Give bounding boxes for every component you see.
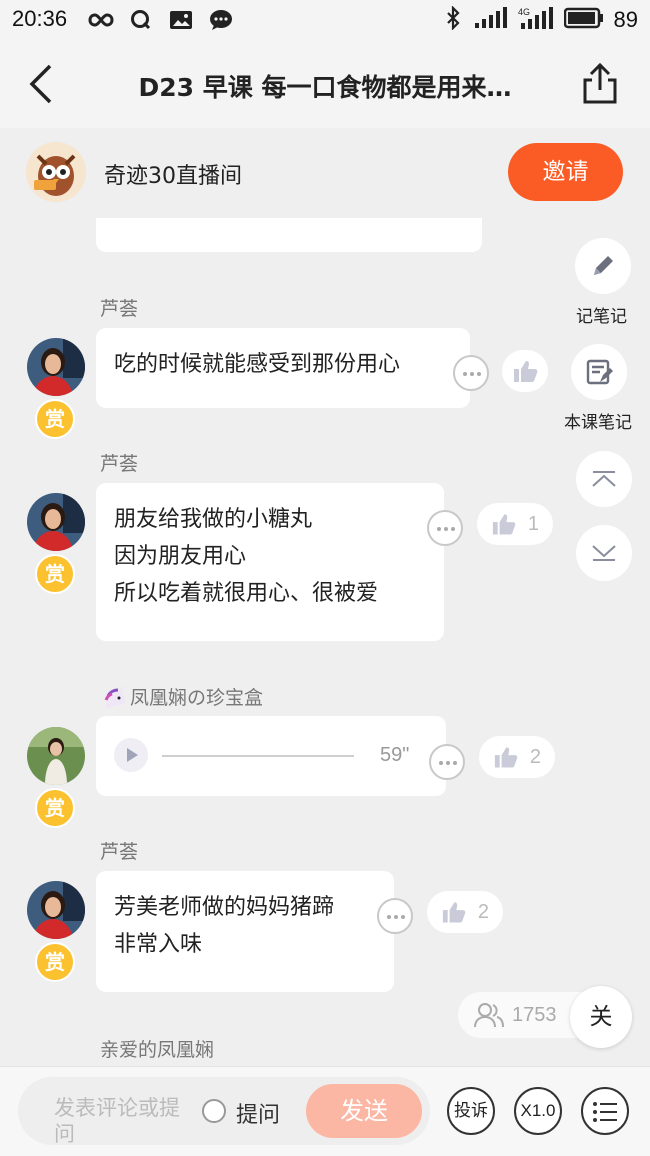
status-notification-icons xyxy=(88,8,234,32)
like-count: 1 xyxy=(527,512,539,535)
message-bubble: 芳美老师做的妈妈猪蹄 非常入味 xyxy=(96,871,394,992)
audio-duration: 59" xyxy=(380,744,410,766)
message-bubble: 吃的时候就能感受到那份用心 xyxy=(96,328,470,408)
image-icon xyxy=(168,8,194,32)
chat-icon xyxy=(208,8,234,32)
message-text: 所以吃着就很用心、很被爱 xyxy=(114,581,379,606)
user-photo-icon xyxy=(27,727,85,785)
pencil-icon xyxy=(594,256,613,275)
thumbs-up-icon xyxy=(494,747,518,768)
send-button[interactable]: 发送 xyxy=(306,1084,422,1138)
scroll-to-bottom-icon xyxy=(592,545,616,561)
back-button[interactable] xyxy=(22,62,62,106)
online-count: 1753 xyxy=(512,1004,557,1026)
user-avatar[interactable] xyxy=(27,727,85,785)
thumbs-up-icon xyxy=(514,361,538,382)
status-system-icons: 4G 89 xyxy=(444,5,638,34)
message-sender: 芦荟 xyxy=(100,841,139,863)
reward-badge[interactable]: 赏 xyxy=(35,554,75,594)
battery-icon xyxy=(563,7,604,33)
like-button[interactable]: 2 xyxy=(479,736,555,778)
close-danmaku-button[interactable]: 关 xyxy=(570,986,632,1048)
message-bubble: 朋友给我做的小糖丸 因为朋友用心 所以吃着就很用心、很被爱 xyxy=(96,483,444,641)
message-sender: 芦荟 xyxy=(100,298,139,320)
message-text: 吃的时候就能感受到那份用心 xyxy=(114,352,401,377)
bluetooth-icon xyxy=(444,5,464,34)
like-button[interactable]: 2 xyxy=(427,891,503,933)
message-text: 芳美老师做的妈妈猪蹄 xyxy=(114,895,335,920)
take-note-button[interactable] xyxy=(575,238,631,294)
menu-button[interactable] xyxy=(581,1087,629,1135)
svg-text:4G: 4G xyxy=(518,7,530,17)
battery-level: 89 xyxy=(613,7,638,32)
more-options-button[interactable] xyxy=(377,898,413,934)
reward-badge[interactable]: 赏 xyxy=(35,399,75,439)
course-notes-button[interactable] xyxy=(571,344,627,400)
back-arrow-icon xyxy=(29,64,52,104)
message-text: 因为朋友用心 xyxy=(114,544,247,569)
message-text: 朋友给我做的小糖丸 xyxy=(114,507,313,532)
message-sender-row: 凤凰娴の珍宝盒 xyxy=(100,683,263,710)
room-logo-avatar[interactable] xyxy=(26,142,86,202)
report-button[interactable]: 投诉 xyxy=(447,1087,495,1135)
ask-question-radio[interactable] xyxy=(202,1099,226,1123)
message-text: 非常入味 xyxy=(114,932,203,957)
status-bar: 20:36 4G 89 xyxy=(0,0,650,42)
playback-speed-button[interactable]: X1.0 xyxy=(514,1087,562,1135)
unicorn-emoji-icon xyxy=(104,684,126,708)
user-avatar[interactable] xyxy=(27,493,85,551)
message-sender: 亲爱的凤凰娴 xyxy=(100,1039,215,1061)
bottom-input-bar: 发表评论或提问 提问 发送 投诉 X1.0 xyxy=(0,1066,650,1156)
audio-progress-track[interactable] xyxy=(162,755,354,757)
more-options-button[interactable] xyxy=(427,510,463,546)
user-photo-icon xyxy=(27,338,85,396)
thumbs-up-icon xyxy=(442,902,466,923)
title-bar: D23 早课 每一口食物都是用来… xyxy=(0,42,650,128)
invite-button[interactable]: 邀请 xyxy=(508,143,623,201)
user-avatar[interactable] xyxy=(27,338,85,396)
user-avatar[interactable] xyxy=(27,881,85,939)
more-options-button[interactable] xyxy=(453,355,489,391)
users-icon xyxy=(474,1003,504,1028)
scroll-bottom-button[interactable] xyxy=(576,525,632,581)
user-photo-icon xyxy=(27,881,85,939)
page-title: D23 早课 每一口食物都是用来… xyxy=(138,73,512,102)
play-icon xyxy=(127,748,138,762)
message-sender: 凤凰娴の珍宝盒 xyxy=(130,687,264,709)
user-photo-icon xyxy=(27,493,85,551)
audio-play-button[interactable] xyxy=(114,738,148,772)
share-button[interactable] xyxy=(580,62,620,106)
comment-input[interactable]: 发表评论或提问 提问 发送 xyxy=(18,1077,430,1146)
like-button[interactable]: 1 xyxy=(477,503,553,545)
more-options-button[interactable] xyxy=(429,744,465,780)
signal-icon xyxy=(474,7,508,33)
reward-badge[interactable]: 赏 xyxy=(35,942,75,982)
like-count: 2 xyxy=(529,745,541,768)
message-sender: 芦荟 xyxy=(100,453,139,475)
comment-input-placeholder: 发表评论或提问 xyxy=(54,1096,180,1146)
share-icon xyxy=(583,62,617,104)
reward-badge[interactable]: 赏 xyxy=(35,788,75,828)
status-time: 20:36 xyxy=(12,6,68,31)
like-button[interactable] xyxy=(502,350,548,392)
message-bubble-partial xyxy=(96,218,482,252)
notebook-icon xyxy=(586,359,613,385)
room-name: 奇迹30直播间 xyxy=(104,164,242,189)
take-note-label: 记笔记 xyxy=(576,307,627,327)
list-menu-icon xyxy=(593,1102,617,1122)
owl-logo-icon xyxy=(26,142,86,202)
ask-question-label: 提问 xyxy=(236,1103,281,1128)
like-count: 2 xyxy=(477,900,489,923)
scroll-to-top-icon xyxy=(592,471,616,487)
signal-4g-icon: 4G xyxy=(518,6,554,34)
q-app-icon xyxy=(128,8,154,32)
thumbs-up-icon xyxy=(492,514,516,535)
scroll-top-button[interactable] xyxy=(576,451,632,507)
live-room-header: 奇迹30直播间 邀请 xyxy=(0,128,650,218)
infinity-icon xyxy=(88,8,114,32)
course-notes-label: 本课笔记 xyxy=(564,413,632,433)
